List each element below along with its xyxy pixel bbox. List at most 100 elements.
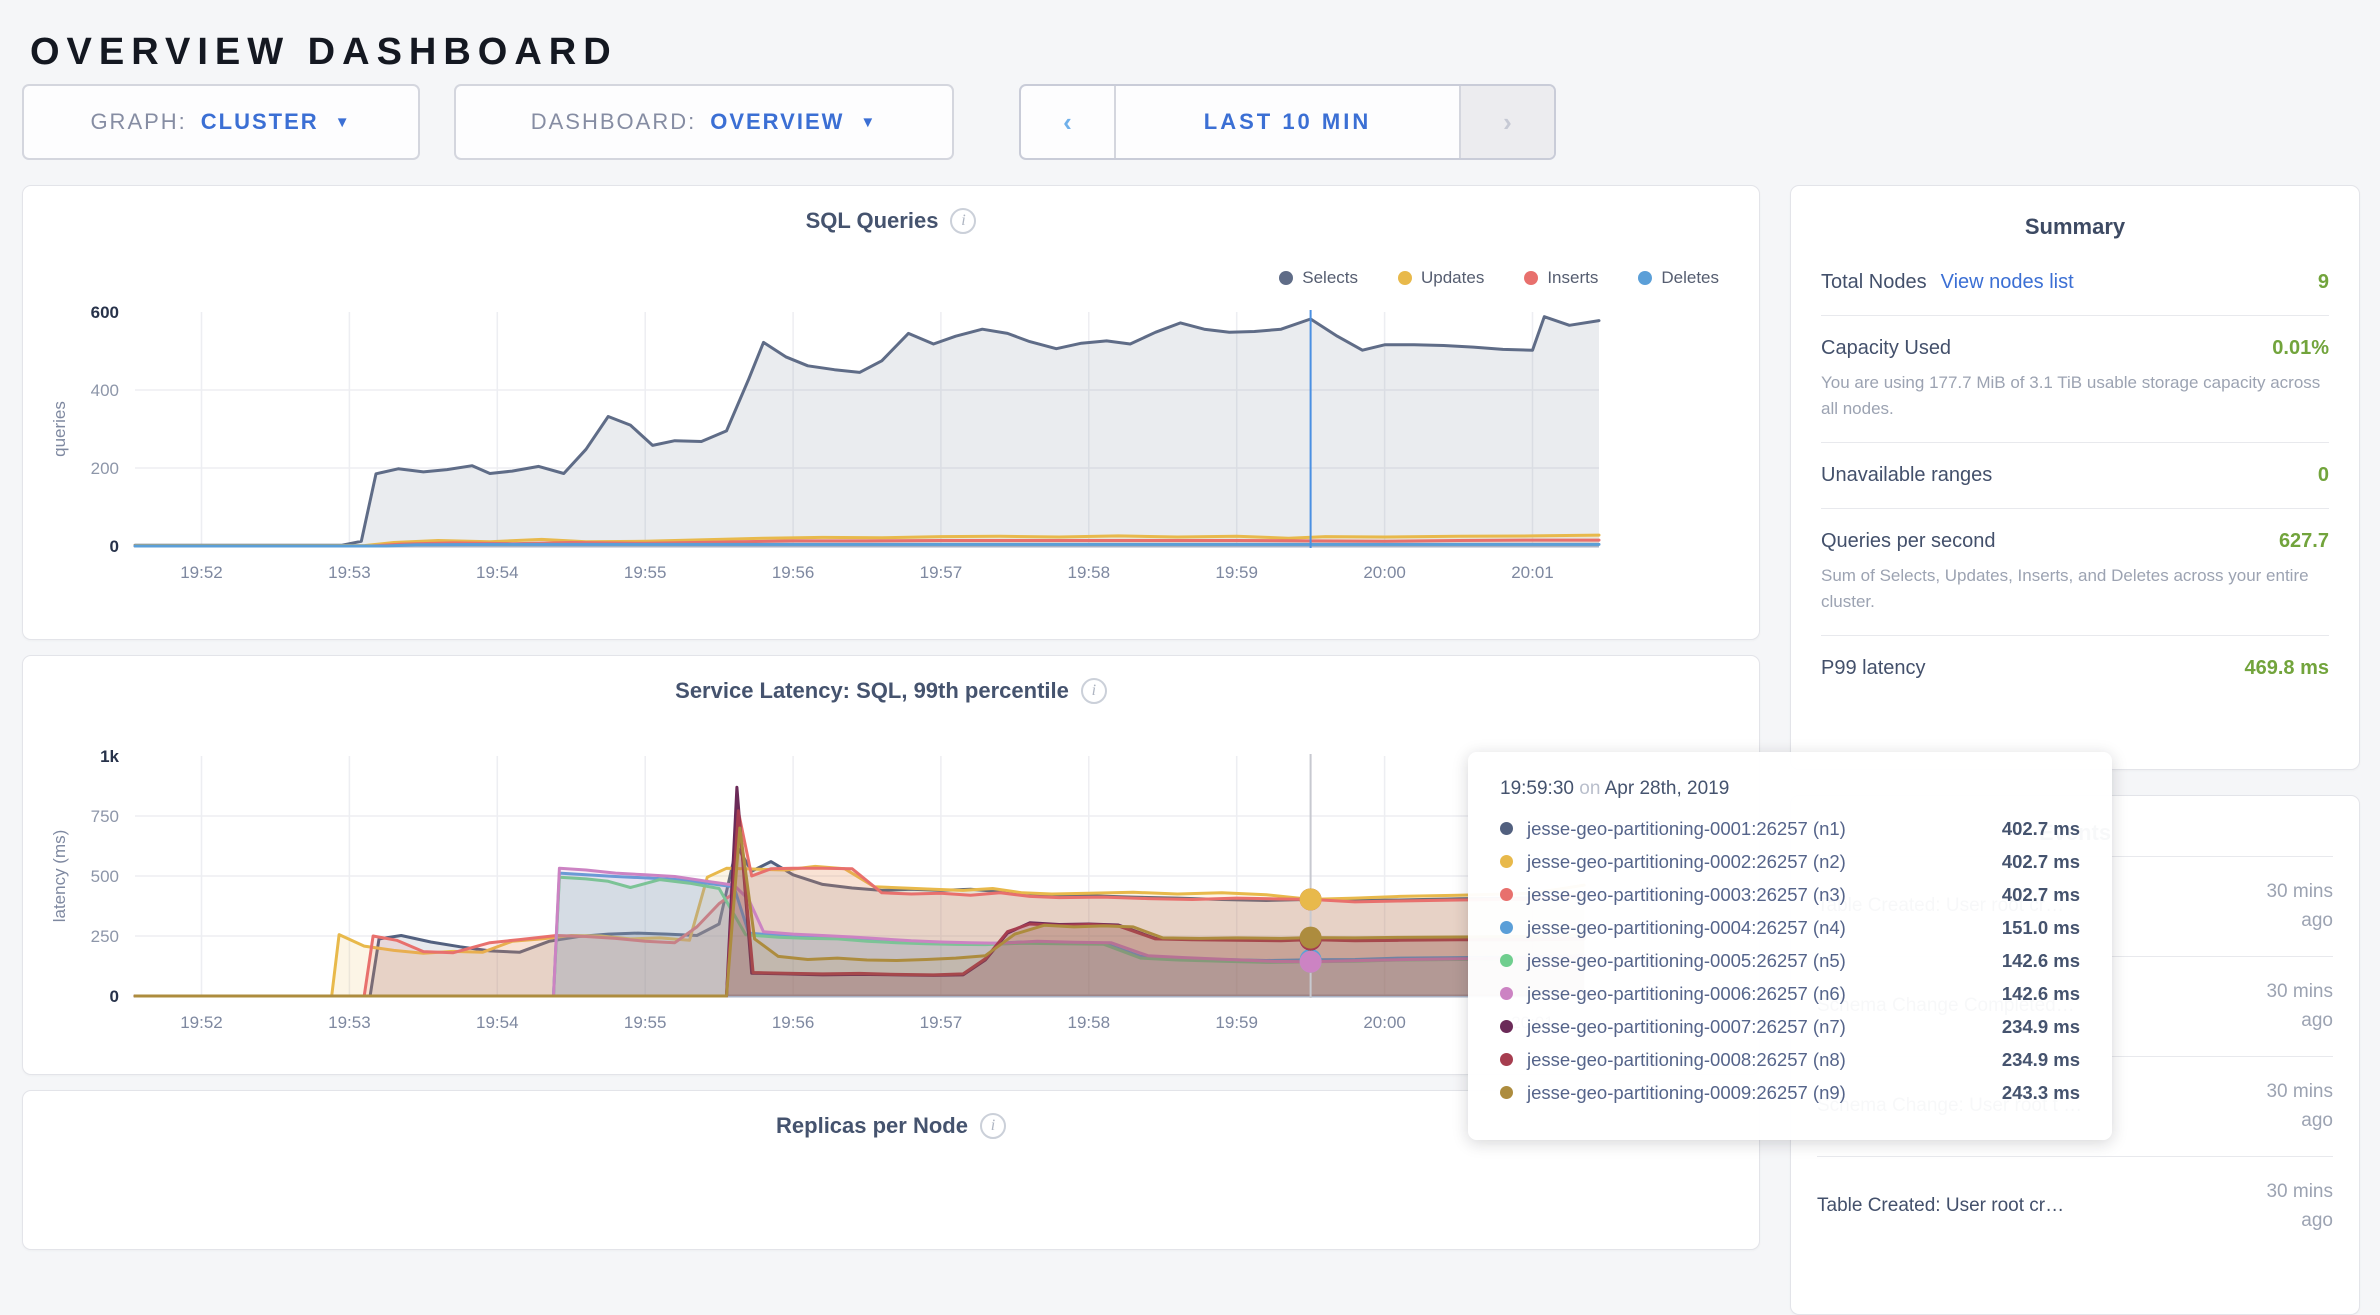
summary-title: Summary <box>1821 214 2329 240</box>
svg-text:500: 500 <box>91 867 119 886</box>
node-latency-value: 234.9 ms <box>2002 1016 2080 1038</box>
graph-dropdown-label: GRAPH: <box>90 109 186 135</box>
svg-text:1k: 1k <box>100 747 119 766</box>
sql-queries-legend: Selects Updates Inserts Deletes <box>1279 268 1719 288</box>
tooltip-node-row: jesse-geo-partitioning-0008:26257 (n8)23… <box>1500 1043 2080 1076</box>
event-time: 30 mins ago <box>2233 977 2333 1036</box>
info-icon[interactable]: i <box>980 1113 1006 1139</box>
time-range-value[interactable]: LAST 10 MIN <box>1116 86 1459 158</box>
tooltip-node-row: jesse-geo-partitioning-0002:26257 (n2) 40… <box>1500 845 2080 878</box>
node-color-dot <box>1500 987 1513 1000</box>
p99-latency-label: P99 latency <box>1821 657 1926 680</box>
dashboard-dropdown-label: DASHBOARD: <box>531 109 696 135</box>
event-title: Table Created: User root cr… <box>1817 1195 2064 1217</box>
page-title: OVERVIEW DASHBOARD <box>30 31 618 74</box>
event-time: 30 mins ago <box>2233 877 2333 936</box>
node-name: jesse-geo-partitioning-0009:26257 (n9) <box>1527 1082 1846 1104</box>
p99-latency-value: 469.8 ms <box>2244 657 2329 680</box>
summary-row-p99: P99 latency 469.8 ms <box>1821 636 2329 701</box>
legend-item[interactable]: Inserts <box>1524 268 1598 288</box>
node-color-dot <box>1500 954 1513 967</box>
unavailable-ranges-value: 0 <box>2318 464 2329 487</box>
tooltip-node-row: jesse-geo-partitioning-0004:26257 (n4) 15… <box>1500 911 2080 944</box>
node-latency-value: 402.7 ms <box>2002 851 2080 873</box>
legend-item[interactable]: Deletes <box>1638 268 1719 288</box>
node-color-dot <box>1500 822 1513 835</box>
svg-text:400: 400 <box>91 381 119 400</box>
latency-hover-tooltip: 19:59:30 on Apr 28th, 2019 jesse-geo-par… <box>1468 752 2112 1140</box>
chevron-down-icon: ▼ <box>860 114 877 131</box>
svg-text:19:52: 19:52 <box>180 563 223 582</box>
tooltip-rows: jesse-geo-partitioning-0001:26257 (n1) 40… <box>1500 812 2080 1109</box>
sql-queries-chart[interactable]: 19:5219:5319:5419:5519:5619:5719:5819:59… <box>23 256 1758 641</box>
queries-per-second-value: 627.7 <box>2279 530 2329 553</box>
node-name: jesse-geo-partitioning-0001:26257 (n1) <box>1527 818 1846 840</box>
legend-dot <box>1524 271 1538 285</box>
svg-text:19:54: 19:54 <box>476 563 519 582</box>
svg-text:20:00: 20:00 <box>1363 563 1406 582</box>
node-name: jesse-geo-partitioning-0005:26257 (n5) <box>1527 950 1846 972</box>
svg-text:19:55: 19:55 <box>624 1013 667 1032</box>
node-name: jesse-geo-partitioning-0002:26257 (n2) <box>1527 851 1846 873</box>
tooltip-node-row: jesse-geo-partitioning-0001:26257 (n1) 40… <box>1500 812 2080 845</box>
toolbar: GRAPH: CLUSTER ▼ DASHBOARD: OVERVIEW ▼ ‹… <box>22 84 1556 160</box>
svg-text:19:55: 19:55 <box>624 563 667 582</box>
tooltip-node-row: jesse-geo-partitioning-0009:26257 (n9) 24… <box>1500 1076 2080 1109</box>
svg-text:latency (ms): latency (ms) <box>50 830 69 923</box>
svg-text:20:00: 20:00 <box>1363 1013 1406 1032</box>
node-name: jesse-geo-partitioning-0004:26257 (n4) <box>1527 917 1846 939</box>
legend-label: Inserts <box>1547 268 1598 288</box>
tooltip-node-row: jesse-geo-partitioning-0005:26257 (n5) 14… <box>1500 944 2080 977</box>
service-latency-title: Service Latency: SQL, 99th percentile <box>675 678 1069 704</box>
info-icon[interactable]: i <box>950 208 976 234</box>
capacity-used-label: Capacity Used <box>1821 337 1951 360</box>
svg-text:19:56: 19:56 <box>772 1013 815 1032</box>
svg-text:19:56: 19:56 <box>772 563 815 582</box>
svg-text:19:52: 19:52 <box>180 1013 223 1032</box>
time-range-selector: ‹ LAST 10 MIN › <box>1019 84 1556 160</box>
graph-dropdown[interactable]: GRAPH: CLUSTER ▼ <box>22 84 420 160</box>
legend-item[interactable]: Updates <box>1398 268 1484 288</box>
summary-row-total-nodes: Total Nodes View nodes list 9 <box>1821 250 2329 316</box>
capacity-used-description: You are using 177.7 MiB of 3.1 TiB usabl… <box>1821 370 2329 421</box>
node-latency-value: 402.7 ms <box>2002 818 2080 840</box>
node-latency-value: 142.6 ms <box>2002 950 2080 972</box>
node-name: jesse-geo-partitioning-0007:26257 (n7) <box>1527 1016 1846 1038</box>
node-color-dot <box>1500 921 1513 934</box>
svg-text:19:57: 19:57 <box>920 563 963 582</box>
queries-per-second-description: Sum of Selects, Updates, Inserts, and De… <box>1821 563 2329 614</box>
time-range-prev-button[interactable]: ‹ <box>1021 86 1116 158</box>
node-latency-value: 243.3 ms <box>2002 1082 2080 1104</box>
event-row[interactable]: Table Created: User root cr…30 mins ago <box>1817 1156 2333 1256</box>
node-name: jesse-geo-partitioning-0003:26257 (n3) <box>1527 884 1846 906</box>
node-color-dot <box>1500 1053 1513 1066</box>
svg-text:19:58: 19:58 <box>1068 1013 1111 1032</box>
info-icon[interactable]: i <box>1081 678 1107 704</box>
legend-label: Deletes <box>1661 268 1719 288</box>
node-name: jesse-geo-partitioning-0008:26257 (n8) <box>1527 1049 1846 1071</box>
node-latency-value: 151.0 ms <box>2002 917 2080 939</box>
legend-label: Selects <box>1302 268 1358 288</box>
svg-text:20:01: 20:01 <box>1511 563 1554 582</box>
dashboard-dropdown[interactable]: DASHBOARD: OVERVIEW ▼ <box>454 84 954 160</box>
svg-text:19:59: 19:59 <box>1215 563 1258 582</box>
svg-text:19:58: 19:58 <box>1068 563 1111 582</box>
sql-queries-card: SQL Queries i SelectsUpdatesInsertsDelet… <box>22 185 1760 640</box>
tooltip-node-row: jesse-geo-partitioning-0007:26257 (n7) 23… <box>1500 1010 2080 1043</box>
tooltip-timestamp: 19:59:30 on Apr 28th, 2019 <box>1500 778 2080 800</box>
legend-dot <box>1638 271 1652 285</box>
node-name: jesse-geo-partitioning-0006:26257 (n6) <box>1527 983 1846 1005</box>
total-nodes-value: 9 <box>2318 271 2329 294</box>
svg-text:19:59: 19:59 <box>1215 1013 1258 1032</box>
time-range-next-button[interactable]: › <box>1459 86 1554 158</box>
legend-item[interactable]: Selects <box>1279 268 1358 288</box>
node-color-dot <box>1500 855 1513 868</box>
legend-label: Updates <box>1421 268 1484 288</box>
svg-text:queries: queries <box>50 401 69 457</box>
summary-row-unavailable-ranges: Unavailable ranges 0 <box>1821 443 2329 509</box>
dashboard-dropdown-value: OVERVIEW <box>710 109 844 135</box>
node-color-dot <box>1500 888 1513 901</box>
view-nodes-list-link[interactable]: View nodes list <box>1941 271 2074 294</box>
svg-text:600: 600 <box>91 303 119 322</box>
graph-dropdown-value: CLUSTER <box>201 109 319 135</box>
